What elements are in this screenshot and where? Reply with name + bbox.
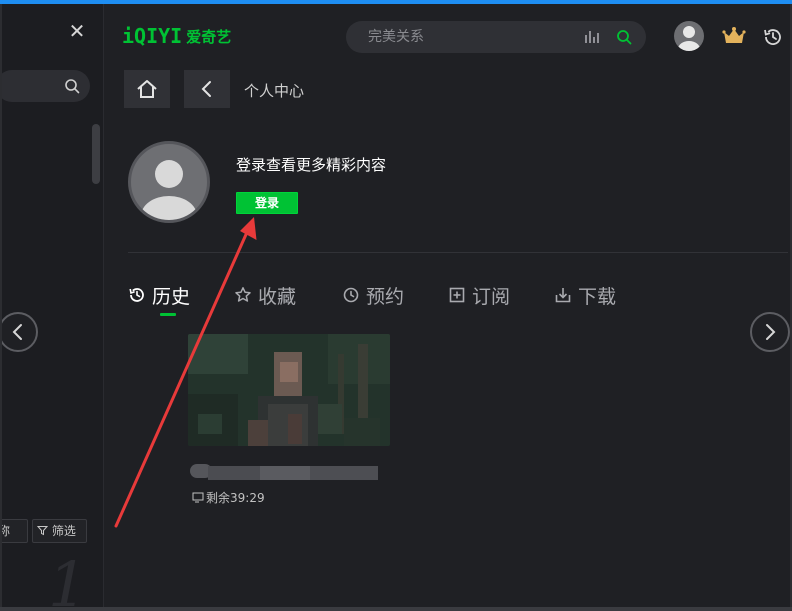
tab-reservations[interactable]: 预约 — [342, 280, 404, 310]
tab-favorites[interactable]: 收藏 — [234, 280, 296, 310]
download-icon — [555, 288, 571, 303]
close-icon[interactable]: ✕ — [66, 20, 88, 42]
tab-label: 收藏 — [258, 285, 297, 308]
chevron-left-icon — [201, 81, 211, 97]
screen-icon — [192, 492, 204, 503]
left-search-box[interactable] — [2, 70, 90, 102]
active-tab-indicator — [160, 313, 176, 316]
tab-label: 下载 — [578, 285, 617, 308]
tab-label: 预约 — [366, 285, 405, 308]
plus-square-icon — [449, 287, 465, 303]
carousel-next-button[interactable] — [750, 312, 790, 352]
video-thumbnail[interactable] — [188, 334, 390, 446]
scrollbar-thumb[interactable] — [92, 124, 100, 184]
section-divider — [128, 252, 788, 253]
tab-label: 历史 — [152, 285, 191, 308]
page-number: 1 — [48, 548, 88, 608]
blurred-video-title — [190, 464, 378, 480]
avatar-icon[interactable] — [674, 21, 704, 51]
avatar-silhouette — [678, 26, 700, 51]
filter-chip[interactable]: 筛选 — [32, 519, 87, 543]
login-button[interactable]: 登录 — [236, 192, 298, 214]
iqiyi-logo[interactable]: iQIYI 爱奇艺 — [122, 22, 231, 50]
filter-icon — [36, 526, 49, 536]
logo-mark: iQIYI — [122, 24, 183, 48]
pixelated-thumbnail-image — [188, 334, 390, 446]
search-bar[interactable] — [346, 21, 646, 53]
home-button[interactable] — [124, 70, 170, 108]
clock-icon — [129, 288, 144, 302]
window-bottom-edge — [0, 607, 792, 611]
avatar-silhouette — [141, 160, 197, 220]
tab-downloads[interactable]: 下载 — [554, 280, 616, 310]
back-button[interactable] — [184, 70, 230, 108]
logo-text: 爱奇艺 — [186, 27, 232, 46]
left-panel: ✕ 称 筛选 1 — [2, 4, 104, 607]
search-icon[interactable] — [64, 78, 80, 94]
login-prompt: 登录查看更多精彩内容 — [236, 156, 387, 174]
app-window: ✕ 称 筛选 1 iQIYI 爱奇艺 完美关系 个人中心 登录查看更多精彩内容 … — [2, 4, 790, 607]
search-icon[interactable] — [616, 29, 632, 45]
chevron-left-icon — [12, 324, 22, 340]
remaining-time-label: 剩余39:29 — [206, 491, 265, 505]
vip-crown-icon[interactable] — [722, 26, 746, 46]
chevron-right-icon — [766, 324, 776, 340]
profile-avatar[interactable] — [128, 141, 210, 223]
search-input[interactable] — [368, 21, 568, 53]
star-icon — [235, 287, 251, 302]
filter-label: 筛选 — [51, 524, 76, 538]
page-title: 个人中心 — [244, 82, 305, 100]
remaining-time: 剩余39:29 — [192, 489, 265, 506]
history-icon[interactable] — [762, 26, 784, 48]
home-icon — [137, 80, 157, 98]
voice-bars-icon[interactable] — [584, 30, 600, 44]
history-item[interactable] — [188, 334, 390, 446]
sort-by-name-chip[interactable]: 称 — [2, 519, 28, 543]
tab-history[interactable]: 历史 — [128, 280, 190, 310]
tab-subscriptions[interactable]: 订阅 — [448, 280, 510, 310]
clock-outline-icon — [343, 287, 359, 303]
tab-label: 订阅 — [472, 285, 511, 308]
sort-by-name-label: 称 — [2, 524, 11, 538]
